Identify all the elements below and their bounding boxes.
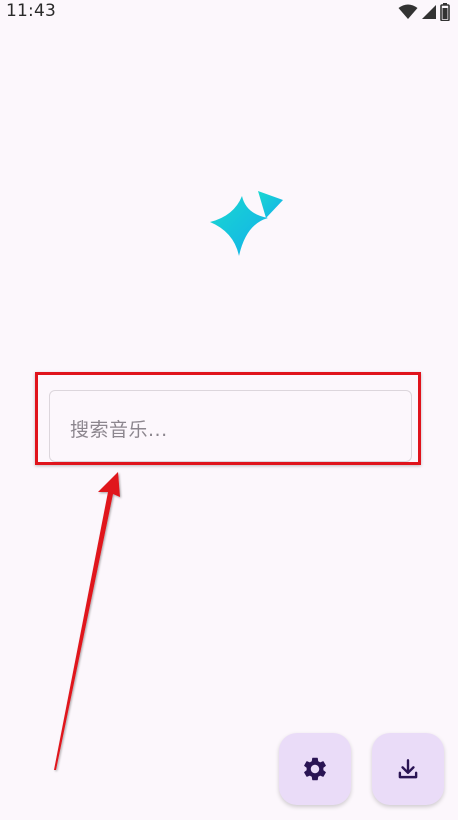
search-placeholder: 搜索音乐... [70, 419, 168, 441]
download-button[interactable] [372, 733, 444, 805]
status-bar: 11:43 [0, 0, 458, 24]
status-icons [398, 3, 450, 21]
search-input[interactable]: 搜索音乐... [49, 390, 412, 462]
wifi-icon [398, 4, 418, 19]
status-time: 11:43 [6, 1, 56, 21]
battery-icon [440, 3, 450, 21]
settings-button[interactable] [279, 733, 351, 805]
download-icon [398, 759, 418, 779]
sparkle-icon [210, 191, 283, 256]
app-logo [206, 188, 286, 260]
gear-icon [304, 757, 326, 781]
cell-signal-icon [422, 5, 436, 19]
